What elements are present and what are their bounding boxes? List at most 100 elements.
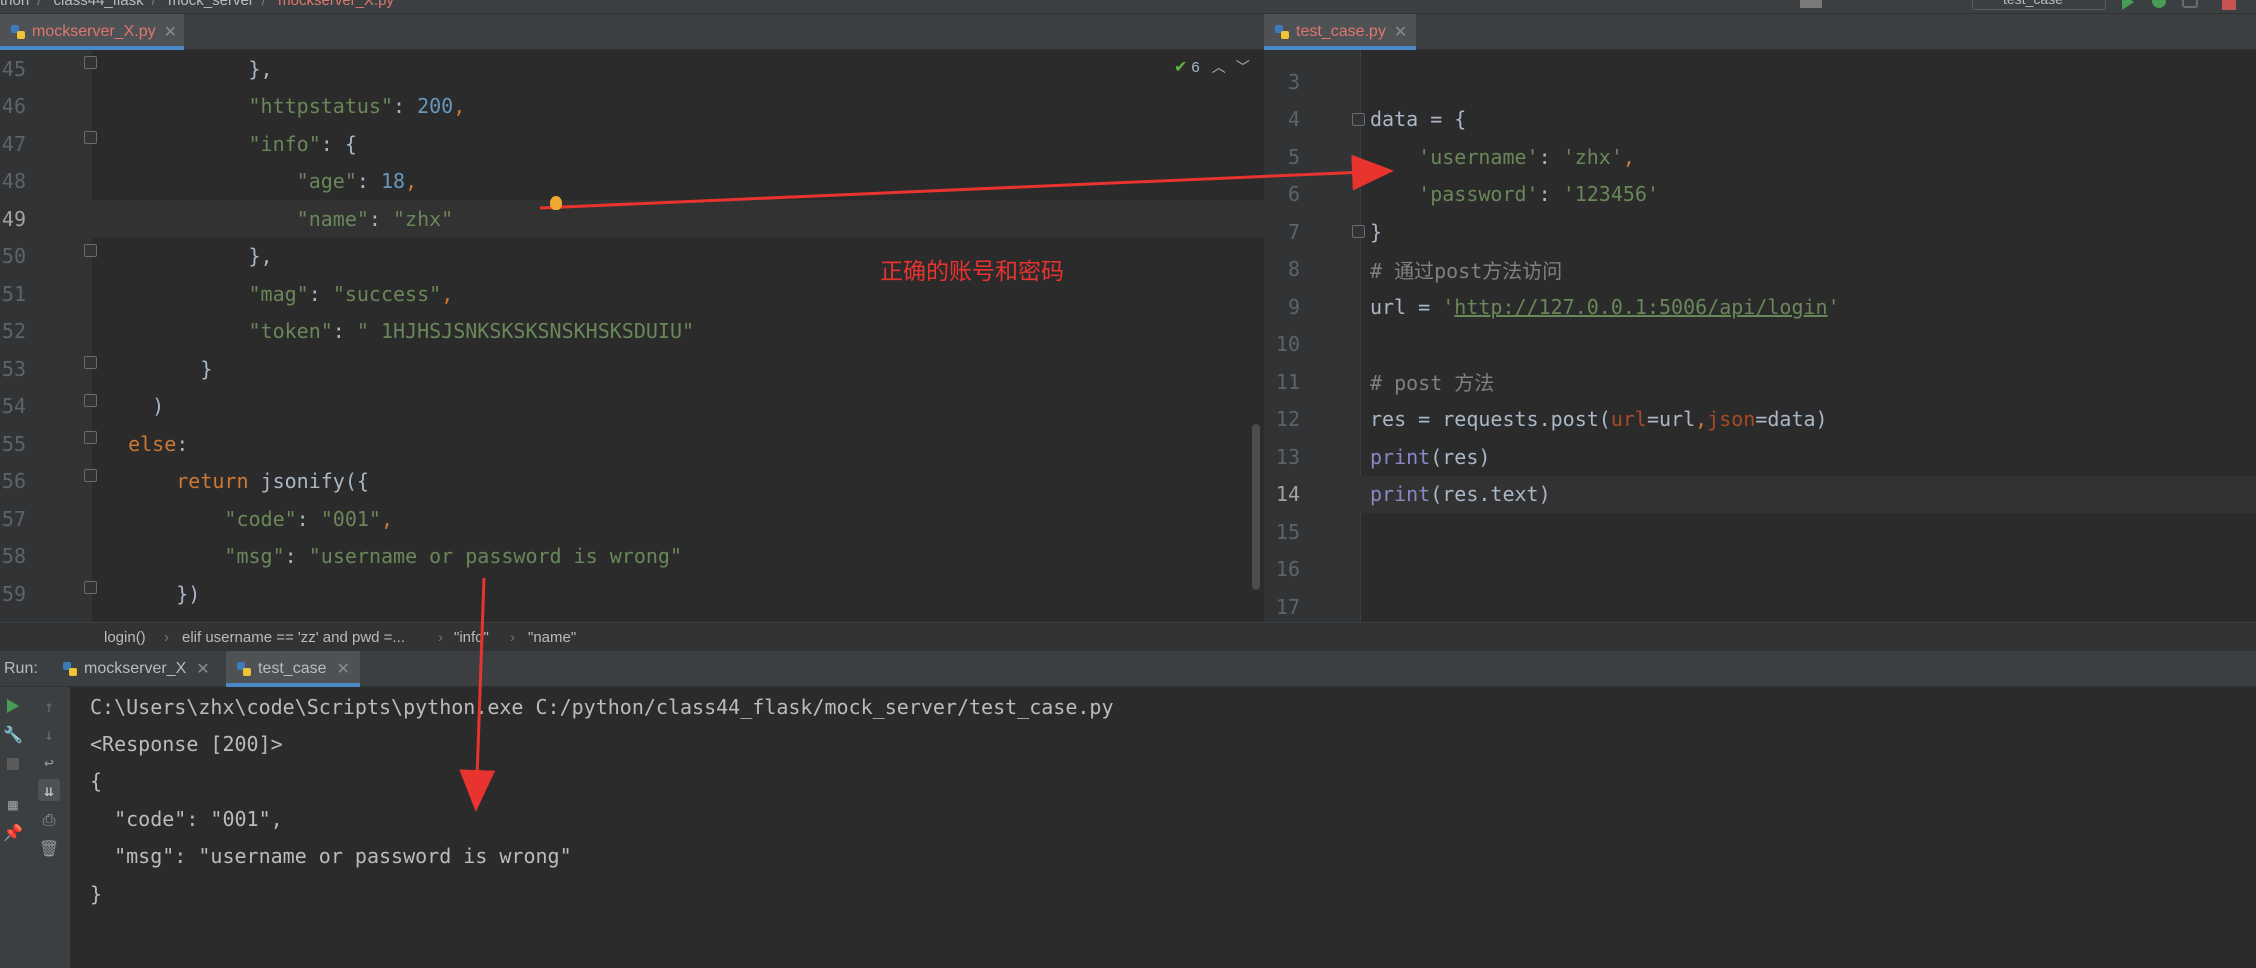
fold-marker-icon[interactable]	[1352, 112, 1365, 126]
code-line[interactable]: 3	[1264, 63, 2256, 101]
line-number: 51	[1, 281, 26, 306]
close-icon[interactable]: ✕	[336, 659, 349, 679]
code-line[interactable]: 11 # post 方法	[1264, 363, 2256, 401]
line-number: 14	[1275, 482, 1300, 507]
code-text: "token": " 1HJHSJSNKSKSKSNSKHSKSDUIU"	[248, 319, 695, 344]
code-line[interactable]: 8 # 通过post方法访问	[1264, 251, 2256, 289]
close-icon[interactable]: ✕	[1394, 22, 1407, 42]
fold-marker-icon[interactable]	[84, 243, 97, 257]
user-icon[interactable]	[1800, 0, 1822, 8]
stop-icon[interactable]	[2, 753, 24, 775]
code-line[interactable]: 58 "msg": "username or password is wrong…	[0, 538, 1264, 576]
code-text: "code": "001",	[224, 506, 394, 531]
fold-marker-icon[interactable]	[1352, 225, 1365, 238]
rerun-icon[interactable]	[2, 695, 24, 717]
breadcrumb-item[interactable]: login()	[104, 629, 146, 646]
code-line[interactable]: 13 print(res)	[1264, 438, 2256, 476]
breadcrumb-item[interactable]: "name"	[528, 629, 576, 646]
code-line[interactable]: 17	[1264, 588, 2256, 622]
layout-icon[interactable]: ▦	[2, 793, 24, 815]
stop-icon[interactable]	[2222, 0, 2236, 10]
code-line[interactable]: 56 return jsonify({	[0, 463, 1264, 501]
fold-marker-icon[interactable]	[84, 431, 97, 444]
chevron-up-icon[interactable]: ︿	[1212, 57, 1226, 77]
left-code-editor[interactable]: 45 }, 46 "httpstatus": 200, 47 "info": {48…	[0, 50, 1264, 622]
coverage-icon[interactable]	[2182, 0, 2198, 8]
code-line[interactable]: 47 "info": {	[0, 125, 1264, 163]
code-line[interactable]: 4 data = {	[1264, 101, 2256, 139]
line-number: 50	[1, 244, 26, 269]
code-line[interactable]: 15	[1264, 513, 2256, 551]
right-code-editor[interactable]: 3 4 data = {5 'username': 'zhx', 6 'passwor…	[1264, 50, 2256, 622]
code-line[interactable]: 59 })	[0, 575, 1264, 613]
soft-wrap-icon[interactable]: ↩	[38, 751, 60, 773]
code-line[interactable]: 53 }	[0, 350, 1264, 388]
run-tab-test-case[interactable]: test_case ✕	[226, 651, 360, 687]
fold-marker-icon[interactable]	[84, 131, 97, 144]
lightbulb-icon[interactable]	[550, 196, 562, 210]
code-line[interactable]: 12 res = requests.post(url=url,json=data)	[1264, 401, 2256, 439]
fold-marker-icon[interactable]	[84, 581, 97, 594]
nav-crumb[interactable]: thon	[0, 0, 29, 9]
code-line[interactable]: 52 "token": " 1HJHSJSNKSKSKSNSKHSKSDUIU"	[0, 313, 1264, 351]
code-line[interactable]: 55 else:	[0, 425, 1264, 463]
code-line[interactable]: 45 },	[0, 50, 1264, 88]
run-tab-mockserver-x[interactable]: mockserver_X ✕	[52, 651, 220, 687]
line-number: 15	[1275, 519, 1300, 544]
nav-crumb[interactable]: mock_server	[168, 0, 254, 9]
code-line[interactable]: 57 "code": "001",	[0, 500, 1264, 538]
debug-icon[interactable]	[2152, 0, 2166, 8]
code-line[interactable]: 49 "name": "zhx"	[0, 200, 1264, 238]
arrow-down-icon[interactable]: ↓	[38, 723, 60, 745]
scroll-to-end-icon[interactable]: ⇊	[38, 779, 60, 801]
console-output[interactable]: C:\Users\zhx\code\Scripts\python.exe C:/…	[70, 687, 2256, 968]
code-text: "httpstatus": 200,	[248, 94, 466, 119]
code-text: "mag": "success",	[248, 281, 454, 306]
code-line[interactable]: 6 'password': '123456'	[1264, 176, 2256, 214]
fold-marker-icon[interactable]	[84, 468, 97, 482]
code-line[interactable]: 48 "age": 18,	[0, 163, 1264, 201]
chevron-down-icon[interactable]: ﹀	[1236, 57, 1250, 77]
code-line[interactable]: 10	[1264, 326, 2256, 364]
fold-marker-icon[interactable]	[84, 356, 97, 369]
nav-crumb[interactable]: class44_flask	[54, 0, 144, 9]
python-file-icon	[62, 661, 78, 677]
code-line[interactable]: 54 )	[0, 388, 1264, 426]
print-icon[interactable]: ⎙	[38, 809, 60, 831]
code-line[interactable]: 46 "httpstatus": 200,	[0, 88, 1264, 126]
line-number: 16	[1275, 557, 1300, 582]
code-line[interactable]: 9 url = 'http://127.0.0.1:5006/api/login'	[1264, 288, 2256, 326]
run-icon[interactable]	[2122, 0, 2134, 10]
fold-marker-icon[interactable]	[84, 56, 97, 69]
code-text: 'password': '123456'	[1418, 182, 1660, 207]
breadcrumb-item[interactable]: "info"	[454, 629, 489, 646]
console-line: "msg": "username or password is wrong"	[90, 844, 572, 868]
breadcrumb-item[interactable]: elif username == 'zz' and pwd =...	[182, 629, 405, 646]
tab-label: mockserver_X.py	[32, 23, 156, 40]
code-line[interactable]: 14 print(res.text)	[1264, 475, 2256, 513]
code-text: data = {	[1370, 107, 1467, 132]
pin-icon[interactable]: 📌	[2, 821, 24, 843]
run-config-select[interactable]: test_case	[1972, 0, 2106, 10]
code-text: },	[104, 244, 273, 269]
line-number: 6	[1287, 182, 1300, 207]
line-number: 11	[1275, 369, 1300, 394]
code-line[interactable]: 16	[1264, 551, 2256, 589]
code-line[interactable]: 5 'username': 'zhx',	[1264, 138, 2256, 176]
python-file-icon	[10, 24, 26, 40]
trash-icon[interactable]: 🗑	[38, 837, 60, 859]
close-icon[interactable]: ✕	[196, 659, 209, 679]
close-icon[interactable]: ✕	[164, 22, 177, 42]
inspection-indicator[interactable]: ✔ 6 ︿ ﹀	[1174, 57, 1250, 77]
line-number: 45	[1, 56, 26, 81]
code-line[interactable]: 51 "mag": "success",	[0, 275, 1264, 313]
code-line[interactable]: 7}	[1264, 213, 2256, 251]
tab-mockserver-x[interactable]: mockserver_X.py ✕	[0, 14, 184, 50]
wrench-icon[interactable]: 🔧	[2, 723, 24, 745]
vertical-scrollbar[interactable]	[1252, 424, 1260, 590]
tab-test-case[interactable]: test_case.py ✕	[1264, 14, 1416, 50]
fold-marker-icon[interactable]	[84, 393, 97, 407]
code-line[interactable]: 50 },	[0, 238, 1264, 276]
arrow-up-icon[interactable]: ↑	[38, 695, 60, 717]
nav-crumb-file[interactable]: mockserver_X.py	[278, 0, 394, 9]
